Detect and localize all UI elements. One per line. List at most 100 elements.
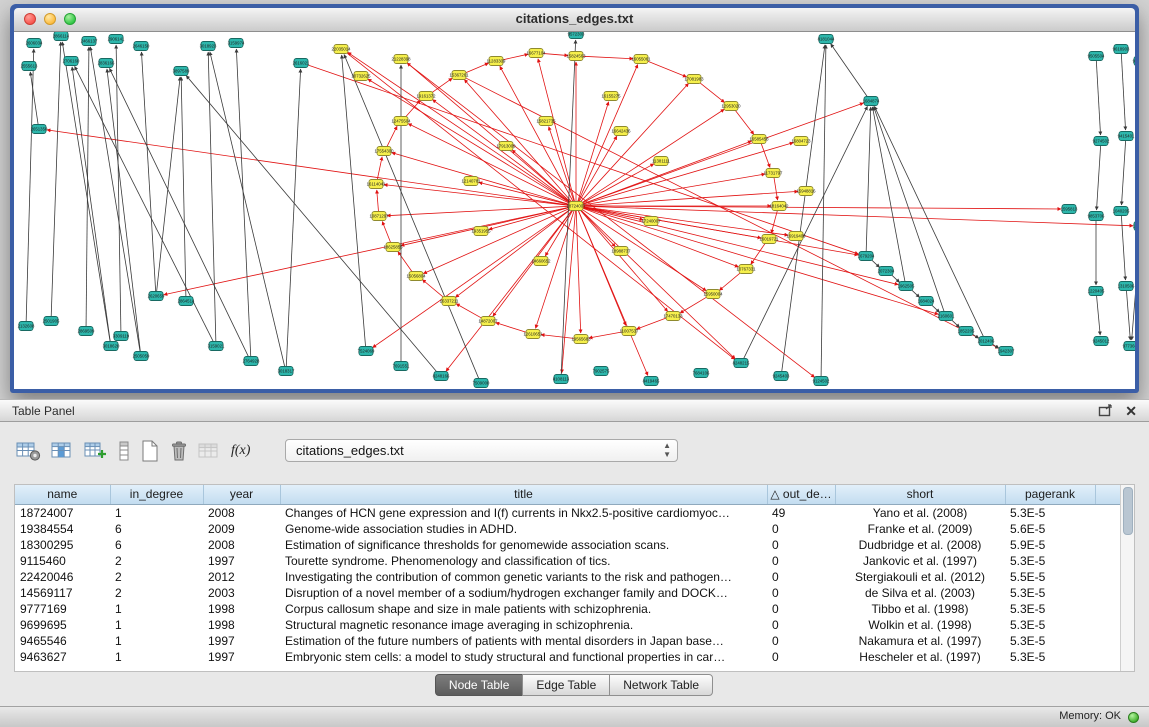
- graph-node[interactable]: 9505504: [1088, 52, 1105, 61]
- table-cell[interactable]: 1997: [203, 553, 280, 569]
- table-cell[interactable]: 0: [767, 585, 835, 601]
- table-cell[interactable]: 1998: [203, 601, 280, 617]
- citation-edge-black[interactable]: [286, 69, 300, 367]
- graph-node[interactable]: 9274502: [1093, 137, 1110, 146]
- citation-edge-black[interactable]: [872, 107, 905, 282]
- graph-node[interactable]: 14660652: [531, 257, 551, 266]
- table-cell[interactable]: 5.9E-5: [1005, 537, 1095, 553]
- column-header-year[interactable]: year: [203, 485, 280, 504]
- new-column-icon[interactable]: [84, 438, 108, 464]
- citation-edge-red[interactable]: [734, 109, 754, 134]
- table-cell[interactable]: Disruption of a novel member of a sodium…: [280, 585, 767, 601]
- table-row[interactable]: 946362711997Embryonic stem cells: a mode…: [15, 649, 1121, 665]
- graph-node[interactable]: 1595813: [1061, 205, 1078, 214]
- graph-node[interactable]: 2869509: [78, 327, 95, 336]
- graph-node[interactable]: 1684874: [863, 97, 880, 106]
- graph-node[interactable]: 17554300: [374, 147, 394, 156]
- citation-edge-black[interactable]: [821, 45, 826, 377]
- table-cell[interactable]: 2003: [203, 585, 280, 601]
- graph-node[interactable]: 9415401: [1118, 132, 1135, 141]
- table-cell[interactable]: 1: [110, 617, 203, 633]
- graph-node[interactable]: 16585458: [749, 135, 769, 144]
- citation-network-graph[interactable]: 1872400715824563160550611708198312953020…: [14, 32, 1135, 389]
- citation-edge-red[interactable]: [680, 296, 709, 313]
- graph-node[interactable]: 3018620: [103, 342, 120, 351]
- graph-node[interactable]: 15950004: [703, 290, 723, 299]
- table-cell[interactable]: 1998: [203, 617, 280, 633]
- table-cell[interactable]: 0: [767, 537, 835, 553]
- graph-node[interactable]: 7524069: [358, 347, 375, 356]
- graph-node[interactable]: 17913009: [496, 142, 516, 151]
- table-cell[interactable]: Dudbridge et al. (2008): [835, 537, 1005, 553]
- citation-edge-red[interactable]: [581, 174, 765, 205]
- table-cell[interactable]: 5.5E-5: [1005, 569, 1095, 585]
- graph-node[interactable]: 2646150: [133, 42, 150, 51]
- table-cell[interactable]: 18724007: [15, 504, 110, 521]
- citation-edge-red[interactable]: [646, 60, 687, 76]
- citation-edge-red[interactable]: [578, 102, 609, 202]
- citation-edge-black[interactable]: [1121, 53, 1125, 130]
- table-cell[interactable]: 2008: [203, 537, 280, 553]
- graph-node[interactable]: 1684024: [918, 297, 935, 306]
- zoom-window-button[interactable]: [64, 13, 76, 25]
- graph-node[interactable]: 2012406: [978, 337, 995, 346]
- column-header-out_de[interactable]: △ out_de…: [767, 485, 835, 504]
- graph-node[interactable]: 2764928: [243, 357, 260, 366]
- table-cell[interactable]: Stergiakouli et al. (2012): [835, 569, 1005, 585]
- citation-edge-red[interactable]: [456, 304, 483, 319]
- table-cell[interactable]: Franke et al. (2009): [835, 521, 1005, 537]
- graph-node[interactable]: 3018317: [278, 367, 295, 376]
- table-cell[interactable]: 1: [110, 504, 203, 521]
- citation-edge-red[interactable]: [580, 164, 654, 204]
- citation-edge-black[interactable]: [107, 69, 140, 352]
- graph-node[interactable]: 8108113: [553, 375, 570, 384]
- new-table-icon[interactable]: [140, 438, 160, 464]
- graph-node[interactable]: 12475504: [391, 117, 411, 126]
- table-cell[interactable]: 0: [767, 649, 835, 665]
- table-scrollbar-thumb[interactable]: [1123, 487, 1133, 535]
- minimize-window-button[interactable]: [44, 13, 56, 25]
- graph-node[interactable]: 16019721: [759, 235, 779, 244]
- citation-edge-red[interactable]: [774, 177, 778, 200]
- table-cell[interactable]: 5.3E-5: [1005, 601, 1095, 617]
- graph-node[interactable]: 8181044: [818, 35, 835, 44]
- table-cell[interactable]: 6: [110, 537, 203, 553]
- table-scrollbar[interactable]: [1120, 485, 1134, 671]
- graph-node[interactable]: 17470133: [663, 312, 683, 321]
- graph-node[interactable]: 11381111: [652, 157, 670, 166]
- graph-node[interactable]: 2132608: [18, 322, 35, 331]
- delete-table-icon[interactable]: [169, 438, 189, 464]
- graph-node[interactable]: 9124502: [813, 377, 830, 386]
- graph-node[interactable]: 2620659: [148, 292, 165, 301]
- graph-node[interactable]: 2555613: [21, 62, 38, 71]
- graph-node[interactable]: 9773602: [1123, 342, 1135, 351]
- table-row[interactable]: 1456911722003Disruption of a novel membe…: [15, 585, 1121, 601]
- column-header-in_degree[interactable]: in_degree: [110, 485, 203, 504]
- tab-node-table[interactable]: Node Table: [435, 674, 524, 696]
- table-cell[interactable]: 1: [110, 633, 203, 649]
- table-cell[interactable]: 5.3E-5: [1005, 649, 1095, 665]
- table-cell[interactable]: Yano et al. (2008): [835, 504, 1005, 521]
- graph-node[interactable]: 16055061: [631, 55, 651, 64]
- graph-node[interactable]: 11007537: [620, 327, 639, 336]
- graph-node[interactable]: 8419465: [643, 377, 660, 386]
- graph-node[interactable]: 9861002: [1133, 57, 1135, 66]
- table-cell[interactable]: 2009: [203, 521, 280, 537]
- citation-edge-black[interactable]: [1097, 145, 1101, 210]
- citation-edge-red[interactable]: [164, 207, 571, 295]
- table-mode-icon[interactable]: [16, 438, 42, 464]
- table-cell[interactable]: Embryonic stem cells: a model to study s…: [280, 649, 767, 665]
- table-cell[interactable]: 6: [110, 521, 203, 537]
- graph-node[interactable]: 1962505: [898, 282, 915, 291]
- graph-node[interactable]: 15367261: [449, 71, 469, 80]
- function-builder-icon[interactable]: f(x): [231, 438, 250, 464]
- citation-edge-red[interactable]: [408, 124, 571, 205]
- graph-node[interactable]: 19565683: [571, 335, 591, 344]
- graph-node[interactable]: 3309119: [113, 332, 130, 341]
- citation-edge-red[interactable]: [405, 61, 815, 377]
- table-cell[interactable]: 1997: [203, 649, 280, 665]
- citation-edge-red[interactable]: [581, 56, 633, 59]
- graph-node[interactable]: 3897589: [173, 67, 190, 76]
- network-window-titlebar[interactable]: citations_edges.txt: [14, 8, 1135, 32]
- citation-edge-red[interactable]: [545, 209, 573, 256]
